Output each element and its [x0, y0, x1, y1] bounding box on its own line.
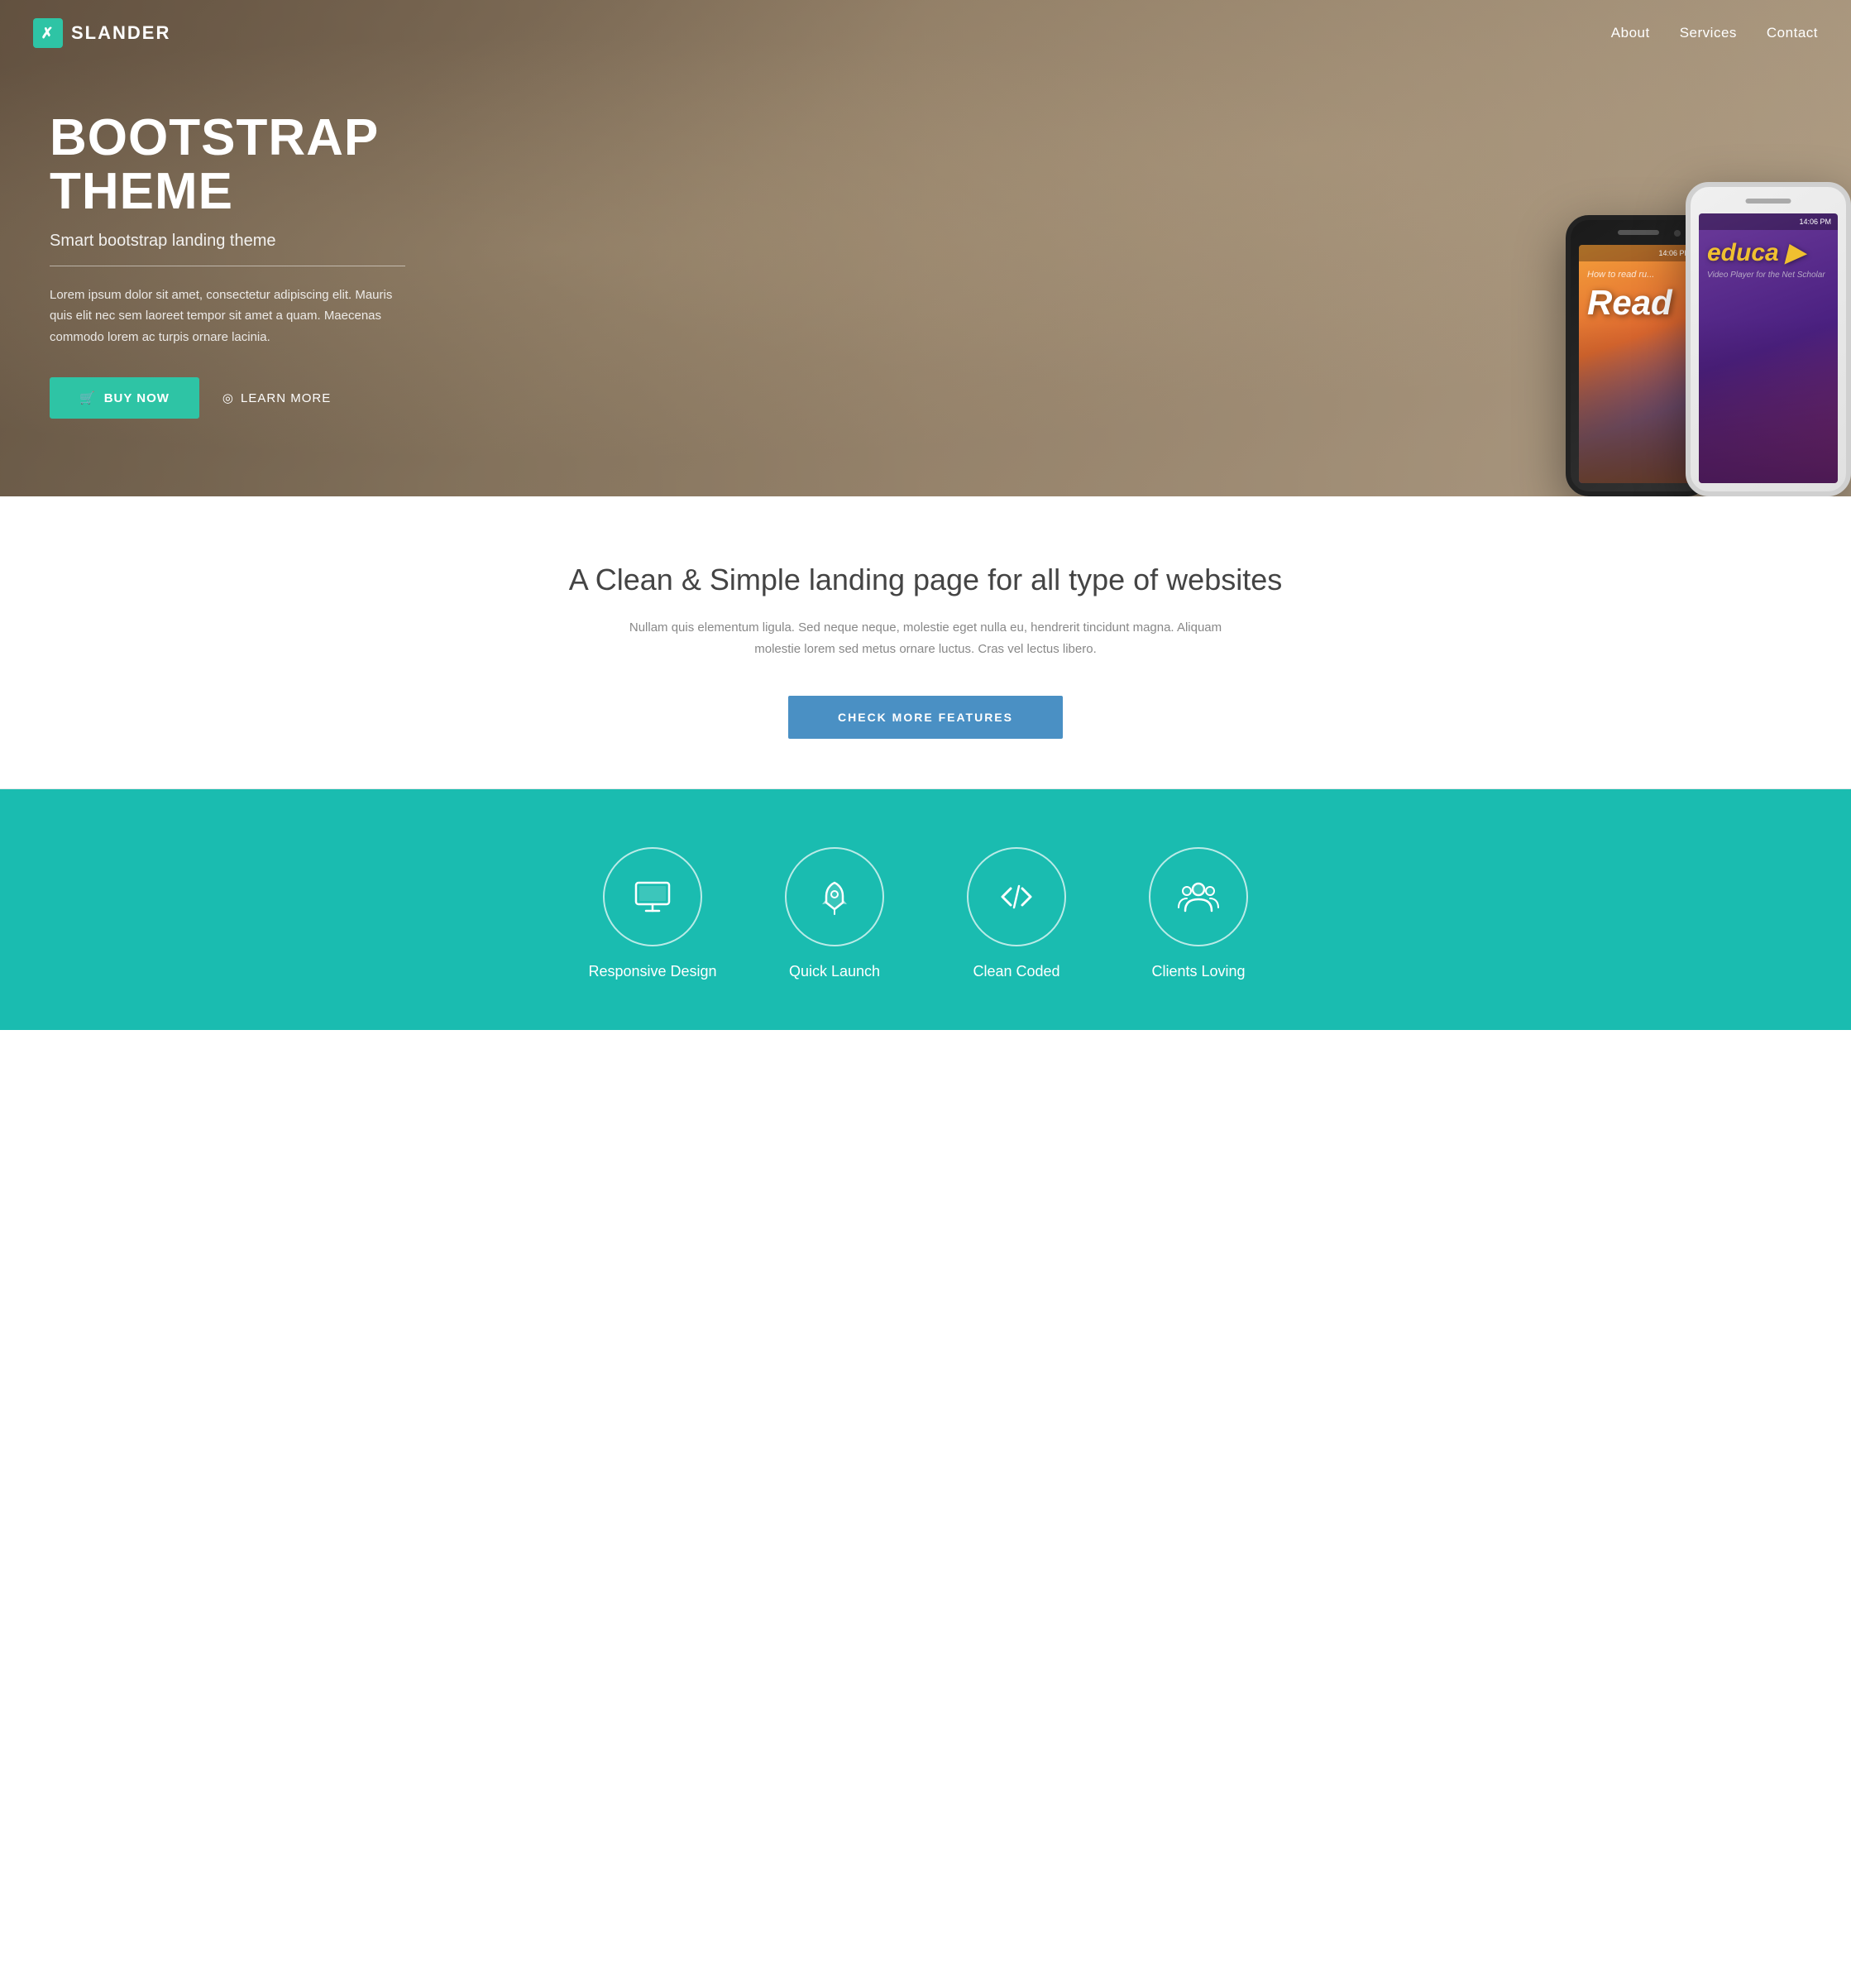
- service-item-clients: Clients Loving: [1132, 847, 1265, 980]
- hero-buttons: 🛒 BUY NOW ◎ LEARN MORE: [50, 377, 397, 419]
- phone-screen-black: 14:06 PM How to read ru... Read: [1579, 245, 1697, 483]
- phone-speaker-black: [1618, 230, 1659, 235]
- time-white: 14:06 PM: [1799, 218, 1831, 226]
- buy-label: BUY NOW: [104, 391, 170, 405]
- hero-phones: 14:06 PM How to read ru... Read 14:06 PM…: [1566, 182, 1851, 496]
- circle-icon: ◎: [222, 390, 234, 405]
- phone-speaker-white: [1746, 199, 1791, 204]
- quick-launch-icon-circle: [785, 847, 884, 946]
- nav-item-about[interactable]: About: [1611, 25, 1650, 41]
- service-item-responsive: Responsive Design: [586, 847, 719, 980]
- rocket-icon: [814, 876, 855, 917]
- hero-description: Lorem ipsum dolor sit amet, consectetur …: [50, 285, 397, 348]
- status-bar-black: 14:06 PM: [1579, 245, 1697, 261]
- responsive-design-icon-circle: [603, 847, 702, 946]
- service-item-launch: Quick Launch: [768, 847, 901, 980]
- clean-coded-label: Clean Coded: [973, 963, 1059, 980]
- phone-content-white: educa ▶ Video Player for the Net Scholar: [1699, 230, 1838, 288]
- clients-loving-label: Clients Loving: [1151, 963, 1245, 980]
- monitor-icon: [632, 876, 673, 917]
- phone-camera-black: [1674, 230, 1681, 237]
- features-section: A Clean & Simple landing page for all ty…: [0, 496, 1851, 789]
- nav-link-about[interactable]: About: [1611, 25, 1650, 41]
- clean-coded-icon-circle: [967, 847, 1066, 946]
- features-title: A Clean & Simple landing page for all ty…: [33, 563, 1818, 597]
- navbar: ✗ SLANDER About Services Contact: [0, 0, 1851, 66]
- brand-icon: ✗: [33, 18, 63, 48]
- hero-subtitle: Smart bootstrap landing theme: [50, 232, 397, 251]
- nav-links: About Services Contact: [1611, 25, 1818, 41]
- nav-item-services[interactable]: Services: [1680, 25, 1737, 41]
- nav-link-services[interactable]: Services: [1680, 25, 1737, 41]
- learn-more-button[interactable]: ◎ LEARN MORE: [222, 390, 331, 405]
- hero-title: BOOTSTRAP THEME: [50, 111, 397, 218]
- learn-label: LEARN MORE: [241, 391, 331, 405]
- brand[interactable]: ✗ SLANDER: [33, 18, 170, 48]
- phone-screen-white: 14:06 PM educa ▶ Video Player for the Ne…: [1699, 213, 1838, 483]
- phone-white: 14:06 PM educa ▶ Video Player for the Ne…: [1686, 182, 1851, 496]
- status-bar-white: 14:06 PM: [1699, 213, 1838, 230]
- quick-launch-label: Quick Launch: [789, 963, 880, 980]
- people-icon: [1177, 876, 1220, 917]
- buy-now-button[interactable]: 🛒 BUY NOW: [50, 377, 199, 419]
- services-section: Responsive Design Quick Launch: [0, 789, 1851, 1030]
- features-description: Nullam quis elementum ligula. Sed neque …: [628, 617, 1223, 659]
- code-icon: [996, 876, 1037, 917]
- service-item-code: Clean Coded: [950, 847, 1083, 980]
- hero-content: BOOTSTRAP THEME Smart bootstrap landing …: [0, 111, 447, 419]
- nav-item-contact[interactable]: Contact: [1767, 25, 1818, 41]
- hero-section: BOOTSTRAP THEME Smart bootstrap landing …: [0, 0, 1851, 496]
- responsive-design-label: Responsive Design: [588, 963, 716, 980]
- cart-icon: 🛒: [79, 390, 96, 405]
- nav-link-contact[interactable]: Contact: [1767, 25, 1818, 41]
- check-features-button[interactable]: CHECK MORE FEATURES: [788, 696, 1063, 739]
- clients-loving-icon-circle: [1149, 847, 1248, 946]
- services-grid: Responsive Design Quick Launch: [33, 847, 1818, 980]
- brand-name: SLANDER: [71, 22, 170, 44]
